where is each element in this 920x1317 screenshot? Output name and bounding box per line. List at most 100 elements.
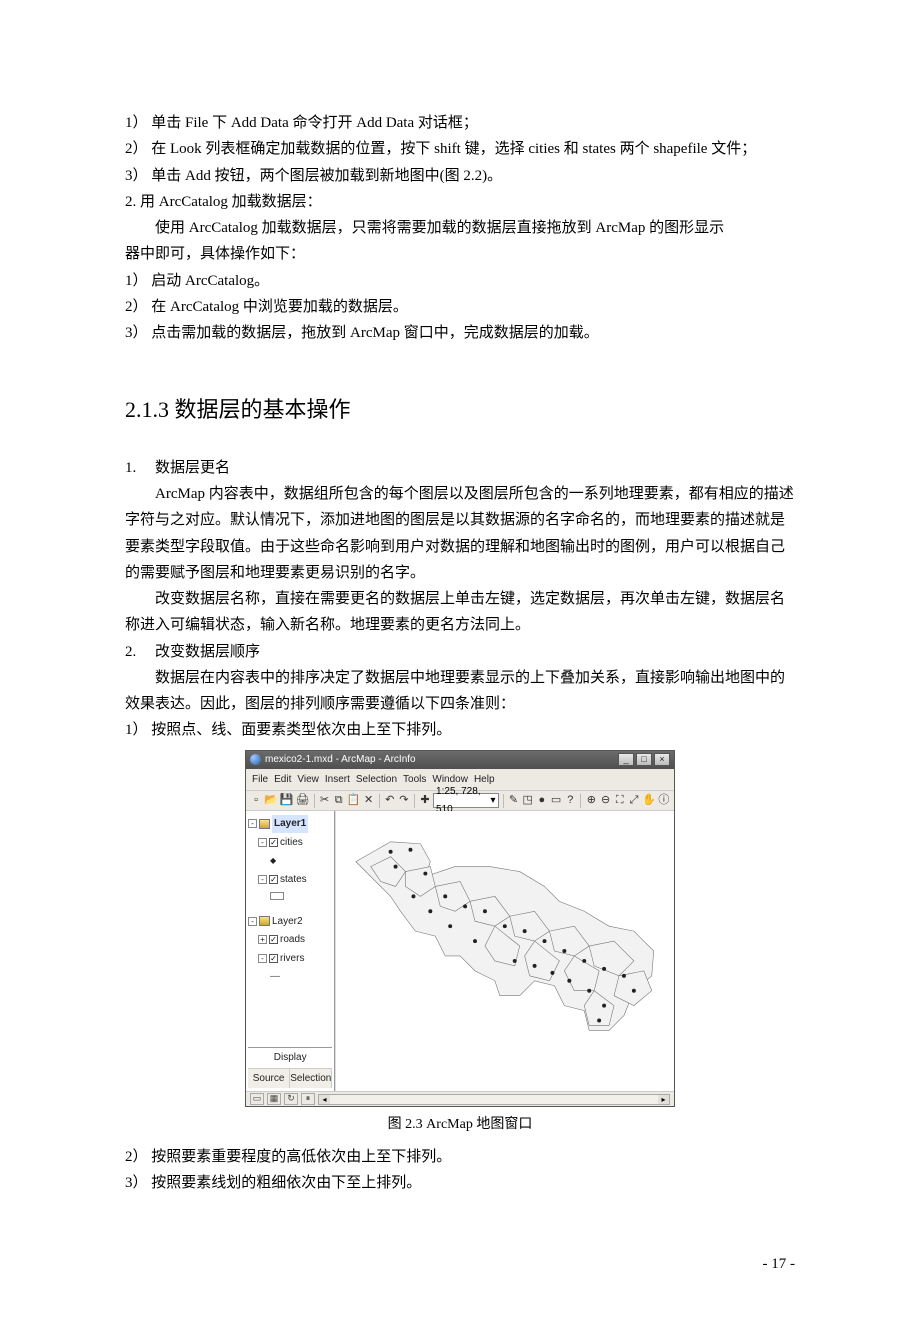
- tab-source[interactable]: Source: [248, 1069, 290, 1089]
- scroll-right-icon[interactable]: ▸: [658, 1095, 669, 1104]
- add-data-icon[interactable]: ✚: [419, 793, 431, 808]
- layer-item[interactable]: + roads: [258, 931, 332, 949]
- layer-item[interactable]: - cities: [258, 834, 332, 852]
- menu-tools[interactable]: Tools: [403, 771, 426, 789]
- data-frame[interactable]: - Layer1: [248, 815, 332, 833]
- identify-icon[interactable]: ⓘ: [658, 793, 670, 808]
- symbol-line-icon: [270, 968, 332, 986]
- data-frame-label: Layer1: [272, 815, 308, 833]
- subheading: 2.改变数据层顺序: [125, 639, 795, 665]
- symbol-point-icon: [270, 852, 332, 870]
- map-canvas: [336, 811, 674, 1091]
- editor-icon[interactable]: ✎: [507, 793, 519, 808]
- help-icon[interactable]: ?: [564, 793, 576, 808]
- scale-combo[interactable]: 1:25, 728, 510▾: [433, 793, 498, 808]
- collapse-icon[interactable]: -: [248, 917, 257, 926]
- section-heading: 2.1.3 数据层的基本操作: [125, 391, 795, 430]
- fixed-zoom-in-icon[interactable]: ⤢: [628, 793, 640, 808]
- list-item: 1） 单击 File 下 Add Data 命令打开 Add Data 对话框；: [125, 110, 795, 136]
- collapse-icon[interactable]: -: [248, 819, 257, 828]
- titlebar: mexico2-1.mxd - ArcMap - ArcInfo _ □ ×: [246, 751, 674, 769]
- layer-label: states: [280, 871, 307, 889]
- collapse-icon[interactable]: -: [258, 838, 267, 847]
- body-text: 使用 ArcCatalog 加载数据层，只需将需要加载的数据层直接拖放到 Arc…: [125, 215, 795, 241]
- arctoolbox-icon[interactable]: ●: [536, 793, 548, 808]
- layer-checkbox[interactable]: [269, 875, 278, 884]
- figure-caption: 图 2.3 ArcMap 地图窗口: [388, 1113, 533, 1138]
- redo-icon[interactable]: ↷: [398, 793, 410, 808]
- tab-display[interactable]: Display: [248, 1048, 332, 1069]
- copy-icon[interactable]: ⧉: [333, 793, 345, 808]
- app-icon: [250, 754, 261, 765]
- layer-item[interactable]: - rivers: [258, 950, 332, 968]
- layer-checkbox[interactable]: [269, 935, 278, 944]
- horizontal-scrollbar[interactable]: ◂ ▸: [318, 1094, 670, 1105]
- delete-icon[interactable]: ✕: [363, 793, 375, 808]
- data-view-button[interactable]: ▭: [250, 1093, 264, 1105]
- save-icon[interactable]: 💾: [280, 793, 294, 808]
- layout-view-button[interactable]: ▦: [267, 1093, 281, 1105]
- subheading-number: 2.: [125, 639, 155, 665]
- subheading-title: 数据层更名: [155, 460, 230, 476]
- menu-edit[interactable]: Edit: [274, 771, 291, 789]
- map-view[interactable]: [335, 811, 674, 1091]
- symbol-polygon-icon: [270, 892, 284, 900]
- tab-selection[interactable]: Selection: [290, 1069, 332, 1089]
- body-text: 改变数据层名称，直接在需要更名的数据层上单击左键，选定数据层，再次单击左键，数据…: [125, 586, 795, 639]
- command-icon[interactable]: ▭: [550, 793, 562, 808]
- pan-icon[interactable]: ✋: [642, 793, 656, 808]
- menu-insert[interactable]: Insert: [325, 771, 350, 789]
- figure: mexico2-1.mxd - ArcMap - ArcInfo _ □ × F…: [125, 750, 795, 1138]
- body-text: 器中即可，具体操作如下：: [125, 241, 795, 267]
- paste-icon[interactable]: 📋: [347, 793, 361, 808]
- collapse-icon[interactable]: -: [258, 954, 267, 963]
- toolbar: ▫ 📂 💾 🖨 ✂ ⧉ 📋 ✕ ↶ ↷ ✚ 1:25, 728, 510▾ ✎ …: [246, 791, 674, 811]
- full-extent-icon[interactable]: ⛶: [614, 793, 626, 808]
- table-of-contents: - Layer1 - cities - states: [246, 811, 335, 1091]
- arccatalog-icon[interactable]: ◳: [522, 793, 534, 808]
- list-item: 2. 用 ArcCatalog 加载数据层：: [125, 189, 795, 215]
- menu-view[interactable]: View: [297, 771, 319, 789]
- list-item: 1） 启动 ArcCatalog。: [125, 268, 795, 294]
- subheading: 1.数据层更名: [125, 455, 795, 481]
- data-frame[interactable]: - Layer2: [248, 913, 332, 931]
- toolbar-separator: [379, 794, 380, 808]
- layer-item[interactable]: - states: [258, 871, 332, 889]
- scroll-left-icon[interactable]: ◂: [319, 1095, 330, 1104]
- menu-file[interactable]: File: [252, 771, 268, 789]
- refresh-button[interactable]: ↻: [284, 1093, 298, 1105]
- subheading-number: 1.: [125, 455, 155, 481]
- pause-button[interactable]: ⏸: [301, 1093, 315, 1105]
- cut-icon[interactable]: ✂: [318, 793, 330, 808]
- subheading-title: 改变数据层顺序: [155, 644, 260, 660]
- collapse-icon[interactable]: -: [258, 875, 267, 884]
- new-icon[interactable]: ▫: [250, 793, 262, 808]
- minimize-button[interactable]: _: [618, 753, 634, 766]
- layer-label: roads: [280, 931, 305, 949]
- maximize-button[interactable]: □: [636, 753, 652, 766]
- window-title: mexico2-1.mxd - ArcMap - ArcInfo: [265, 751, 616, 769]
- toolbar-separator: [414, 794, 415, 808]
- toc-tabs: Display Source Selection: [248, 1047, 332, 1088]
- menu-selection[interactable]: Selection: [356, 771, 397, 789]
- data-frame-icon: [259, 916, 270, 926]
- layer-label: cities: [280, 834, 303, 852]
- open-icon[interactable]: 📂: [264, 793, 278, 808]
- close-button[interactable]: ×: [654, 753, 670, 766]
- toc-tree: - Layer1 - cities - states: [248, 814, 332, 1047]
- zoom-out-icon[interactable]: ⊖: [599, 793, 611, 808]
- layer-checkbox[interactable]: [269, 838, 278, 847]
- zoom-in-icon[interactable]: ⊕: [585, 793, 597, 808]
- arcmap-window: mexico2-1.mxd - ArcMap - ArcInfo _ □ × F…: [245, 750, 675, 1108]
- list-item: 3） 按照要素线划的粗细依次由下至上排列。: [125, 1170, 795, 1196]
- body-text: ArcMap 内容表中，数据组所包含的每个图层以及图层所包含的一系列地理要素，都…: [125, 481, 795, 586]
- page-number: - 17 -: [125, 1251, 795, 1277]
- undo-icon[interactable]: ↶: [384, 793, 396, 808]
- list-item: 3） 单击 Add 按钮，两个图层被加载到新地图中(图 2.2)。: [125, 163, 795, 189]
- layer-checkbox[interactable]: [269, 954, 278, 963]
- toolbar-separator: [314, 794, 315, 808]
- collapse-icon[interactable]: +: [258, 935, 267, 944]
- toolbar-separator: [580, 794, 581, 808]
- layer-label: rivers: [280, 950, 304, 968]
- print-icon[interactable]: 🖨: [296, 793, 310, 808]
